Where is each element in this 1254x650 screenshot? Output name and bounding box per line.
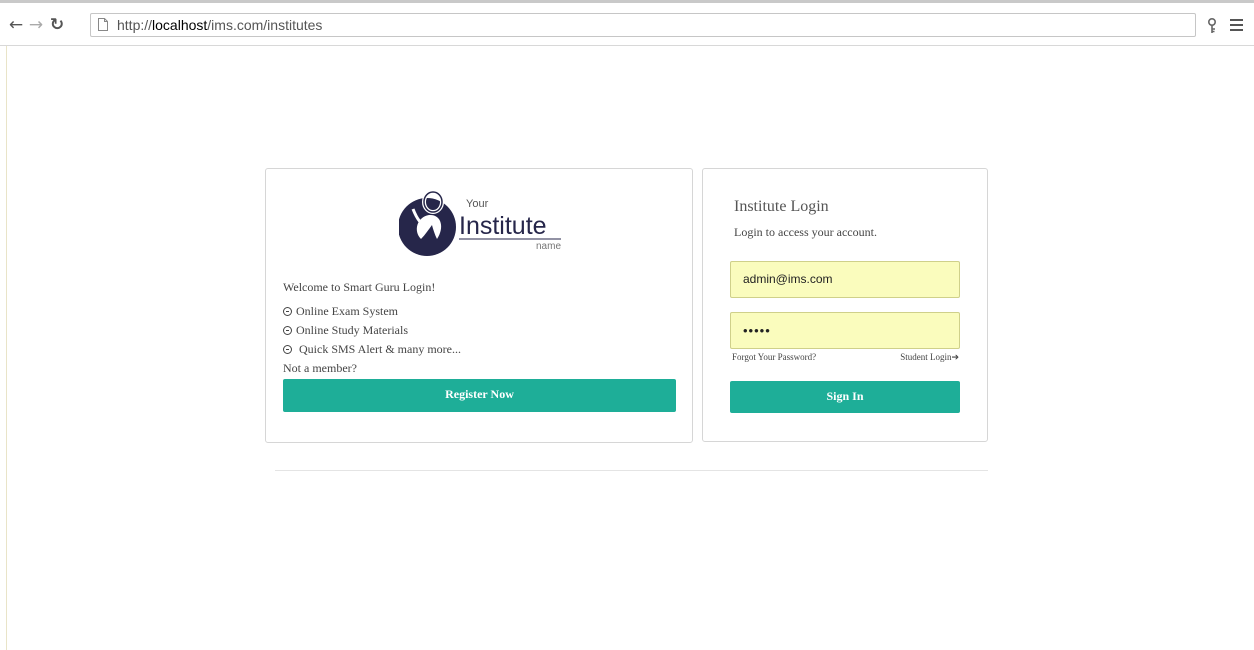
feature-item: Online Study Materials	[283, 323, 408, 338]
page-left-edge	[6, 46, 7, 650]
password-field[interactable]: •••••	[730, 312, 960, 349]
not-member-text: Not a member?	[283, 361, 357, 375]
circle-minus-icon	[283, 307, 292, 316]
logo-institute-text: Institute	[459, 212, 547, 240]
welcome-card: Your Institute name Welcome to Smart Gur…	[265, 168, 693, 443]
url-path: /ims.com/institutes	[207, 17, 323, 33]
toolbar-divider	[0, 45, 1254, 46]
login-subtitle: Login to access your account.	[734, 225, 877, 239]
student-login-link[interactable]: Student Login➔	[900, 352, 959, 363]
reload-icon[interactable]: ↻	[45, 13, 69, 37]
hamburger-menu-icon[interactable]	[1230, 19, 1243, 31]
logo-your-text: Your	[466, 198, 489, 210]
feature-label: Online Exam System	[296, 304, 398, 318]
sign-in-button[interactable]: Sign In	[730, 381, 960, 413]
horizontal-divider	[275, 470, 988, 471]
login-title: Institute Login	[734, 198, 829, 215]
circle-minus-icon	[283, 326, 292, 335]
address-url: http://localhost/ims.com/institutes	[117, 16, 322, 34]
register-now-button[interactable]: Register Now	[283, 379, 676, 412]
email-field[interactable]: admin@ims.com	[730, 261, 960, 298]
student-login-label: Student Login	[900, 352, 952, 362]
circle-minus-icon	[283, 345, 292, 354]
feature-label: Quick SMS Alert & many more...	[299, 342, 461, 356]
address-bar[interactable]: http://localhost/ims.com/institutes	[90, 13, 1196, 37]
browser-toolbar: ← → ↻ http://localhost/ims.com/institute…	[0, 3, 1254, 45]
feature-item: Quick SMS Alert & many more...	[283, 342, 461, 357]
key-icon[interactable]	[1206, 18, 1218, 34]
institute-logo: Your Institute name	[399, 190, 561, 256]
url-prefix: http://	[117, 17, 153, 33]
logo-name-text: name	[536, 241, 561, 252]
page-icon	[98, 18, 108, 31]
welcome-text: Welcome to Smart Guru Login!	[283, 280, 436, 294]
arrow-right-icon: ➔	[951, 353, 959, 363]
forgot-password-link[interactable]: Forgot Your Password?	[732, 352, 816, 362]
url-host: localhost	[152, 17, 208, 33]
feature-item: Online Exam System	[283, 304, 398, 319]
feature-label: Online Study Materials	[296, 323, 408, 337]
login-card: Institute Login Login to access your acc…	[702, 168, 988, 442]
